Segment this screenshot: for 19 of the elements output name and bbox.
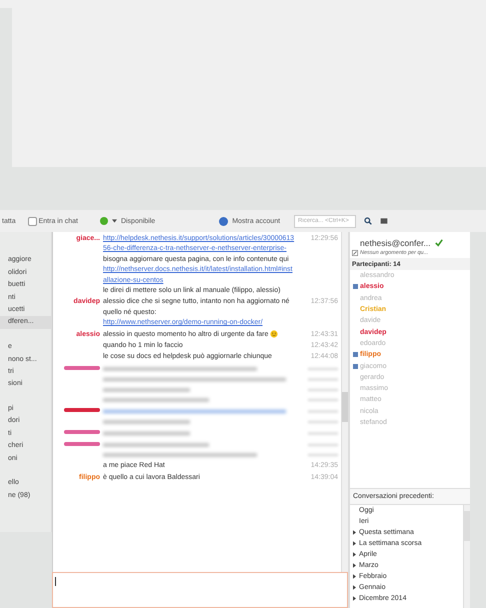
check-icon	[434, 239, 443, 247]
expander-icon[interactable]	[353, 596, 356, 601]
info-icon[interactable]	[219, 216, 228, 226]
expander-icon[interactable]	[353, 541, 356, 546]
caret-icon[interactable]	[112, 219, 117, 223]
scrollbar[interactable]	[342, 392, 348, 422]
room-name: nethesis@confer...	[360, 238, 431, 248]
message-input[interactable]	[52, 572, 348, 608]
expander-icon[interactable]	[353, 552, 356, 557]
scrollbar[interactable]	[464, 511, 470, 541]
expander-icon[interactable]	[353, 574, 356, 579]
menu-icon[interactable]	[380, 217, 388, 225]
checkbox[interactable]	[28, 216, 37, 226]
search-icon[interactable]	[364, 217, 372, 225]
expander-icon[interactable]	[353, 530, 356, 535]
expander-icon[interactable]	[353, 585, 356, 590]
status-dot[interactable]	[100, 217, 108, 225]
edit-icon[interactable]	[352, 250, 358, 256]
expander-icon[interactable]	[353, 563, 356, 568]
